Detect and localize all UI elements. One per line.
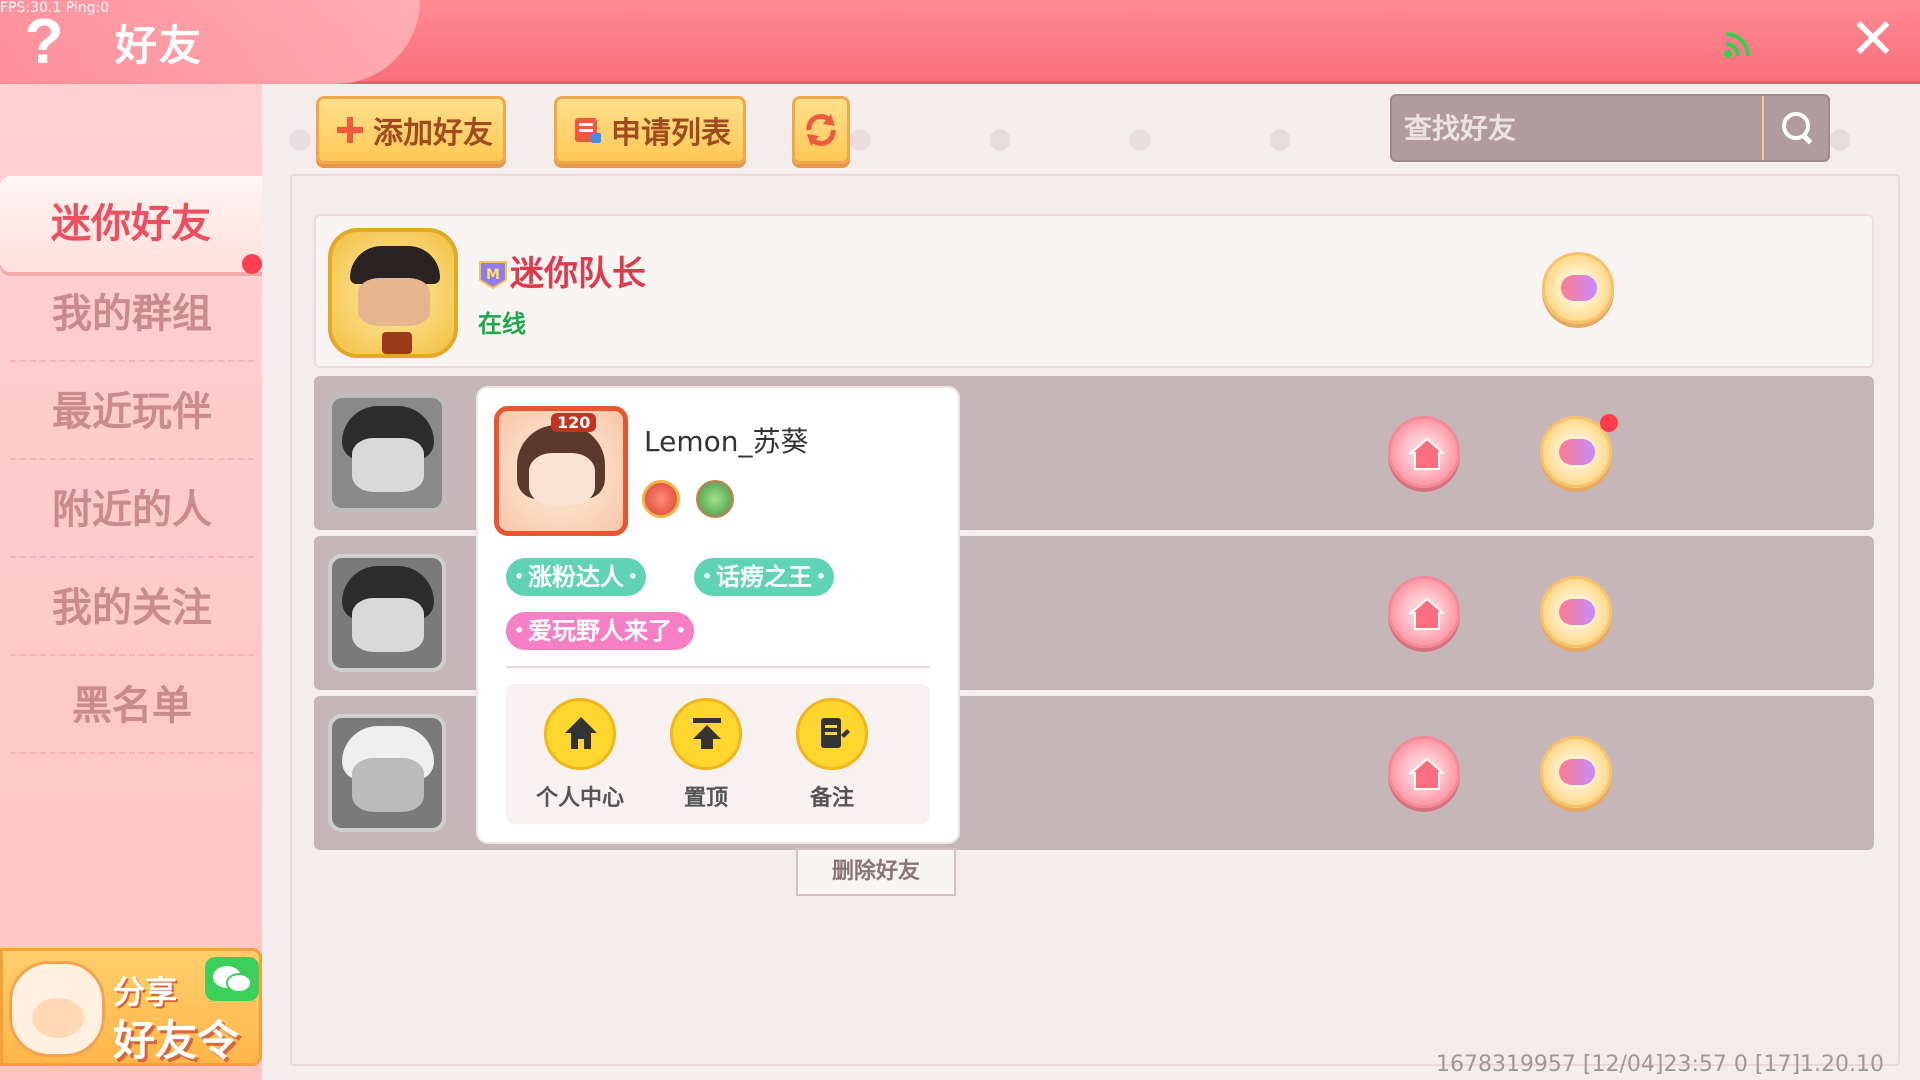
house-icon — [1409, 757, 1445, 790]
friend-name: 迷你队长 — [510, 254, 646, 294]
verified-badge-icon: M — [479, 261, 507, 290]
version-info: 1678319957 [12/04]23:57 0 [17]1.20.10 — [1435, 1052, 1884, 1077]
sidebar: 迷你好友 我的群组 最近玩伴 附近的人 我的关注 黑名单 — [0, 84, 262, 1080]
apply-list-button[interactable]: 申请列表 — [554, 96, 746, 164]
help-icon[interactable]: ? — [18, 6, 70, 76]
notification-dot — [1600, 414, 1618, 432]
pin-top-label: 置顶 — [683, 786, 728, 811]
friend-status: 在线 — [478, 310, 526, 338]
house-icon — [1409, 597, 1445, 630]
friend-avatar[interactable] — [328, 714, 446, 832]
refresh-icon — [806, 114, 836, 146]
sidebar-item-mini-friends[interactable]: 迷你好友 — [0, 176, 262, 272]
sidebar-item-following[interactable]: 我的关注 — [10, 560, 254, 656]
remark-label: 备注 — [809, 786, 854, 811]
pin-top-icon — [670, 698, 742, 770]
add-friend-button[interactable]: 添加好友 — [316, 96, 506, 164]
home-button[interactable] — [1388, 416, 1460, 488]
share-friend-code-button[interactable]: 分享 好友令 — [0, 948, 262, 1066]
friend-avatar[interactable] — [328, 228, 458, 358]
sidebar-item-recent-partners[interactable]: 最近玩伴 — [10, 364, 254, 460]
chat-button[interactable] — [1540, 736, 1612, 808]
friend-avatar[interactable] — [328, 554, 446, 672]
chat-button[interactable] — [1540, 576, 1612, 648]
home-button[interactable] — [1388, 736, 1460, 808]
friend-avatar[interactable] — [328, 394, 446, 512]
medal-icon[interactable] — [642, 480, 680, 518]
wechat-icon — [205, 957, 259, 1001]
mascot-avatar — [9, 961, 105, 1057]
refresh-button[interactable] — [792, 96, 850, 164]
friend-info-popup: 120 Lemon_苏葵 涨粉达人 话痨之王 爱玩野人来了 个人中心 置顶 备注 — [478, 388, 958, 842]
chat-bubble-icon — [1559, 599, 1595, 625]
close-icon[interactable]: ✕ — [1848, 12, 1898, 68]
popup-actions: 个人中心 置顶 备注 — [506, 684, 930, 824]
header-bar: FPS:30.1 Ping:0 ? 好友 ✕ — [0, 0, 1920, 84]
chat-button[interactable] — [1542, 252, 1614, 324]
sidebar-item-nearby[interactable]: 附近的人 — [10, 462, 254, 558]
signal-icon — [1724, 32, 1750, 58]
search-button[interactable] — [1762, 96, 1828, 160]
popup-friend-name: Lemon_苏葵 — [644, 425, 809, 458]
chat-bubble-icon — [1559, 759, 1595, 785]
remark-button[interactable]: 备注 — [782, 698, 882, 812]
search-box — [1390, 94, 1830, 162]
divider — [506, 666, 930, 668]
house-icon — [1409, 437, 1445, 470]
medal-icon[interactable] — [696, 480, 734, 518]
personal-center-button[interactable]: 个人中心 — [530, 698, 630, 812]
notification-dot — [242, 254, 262, 274]
delete-friend-button[interactable]: 删除好友 — [796, 848, 956, 896]
list-icon — [575, 118, 601, 143]
pin-top-button[interactable]: 置顶 — [656, 698, 756, 812]
svg-text:M: M — [486, 267, 500, 283]
personal-center-label: 个人中心 — [535, 786, 624, 811]
note-edit-icon — [796, 698, 868, 770]
title-tag: 涨粉达人 — [506, 558, 646, 596]
popup-avatar[interactable]: 120 — [494, 406, 628, 536]
chat-bubble-icon — [1561, 275, 1597, 301]
search-icon — [1782, 112, 1813, 145]
page-title: 好友 — [115, 21, 204, 70]
level-badge: 120 — [551, 413, 597, 432]
chat-bubble-icon — [1559, 439, 1595, 465]
sidebar-item-my-groups[interactable]: 我的群组 — [10, 266, 254, 362]
friend-code-label: 好友令 — [113, 1016, 240, 1065]
friend-row-captain[interactable]: M 迷你队长 在线 — [314, 214, 1874, 368]
title-tag: 话痨之王 — [694, 558, 834, 596]
search-input[interactable] — [1404, 106, 1764, 150]
apply-list-label: 申请列表 — [611, 116, 731, 151]
home-button[interactable] — [1388, 576, 1460, 648]
plus-icon — [337, 117, 363, 143]
add-friend-label: 添加好友 — [373, 116, 493, 151]
title-tag: 爱玩野人来了 — [506, 612, 694, 650]
home-icon — [544, 698, 616, 770]
sidebar-item-blacklist[interactable]: 黑名单 — [10, 658, 254, 754]
